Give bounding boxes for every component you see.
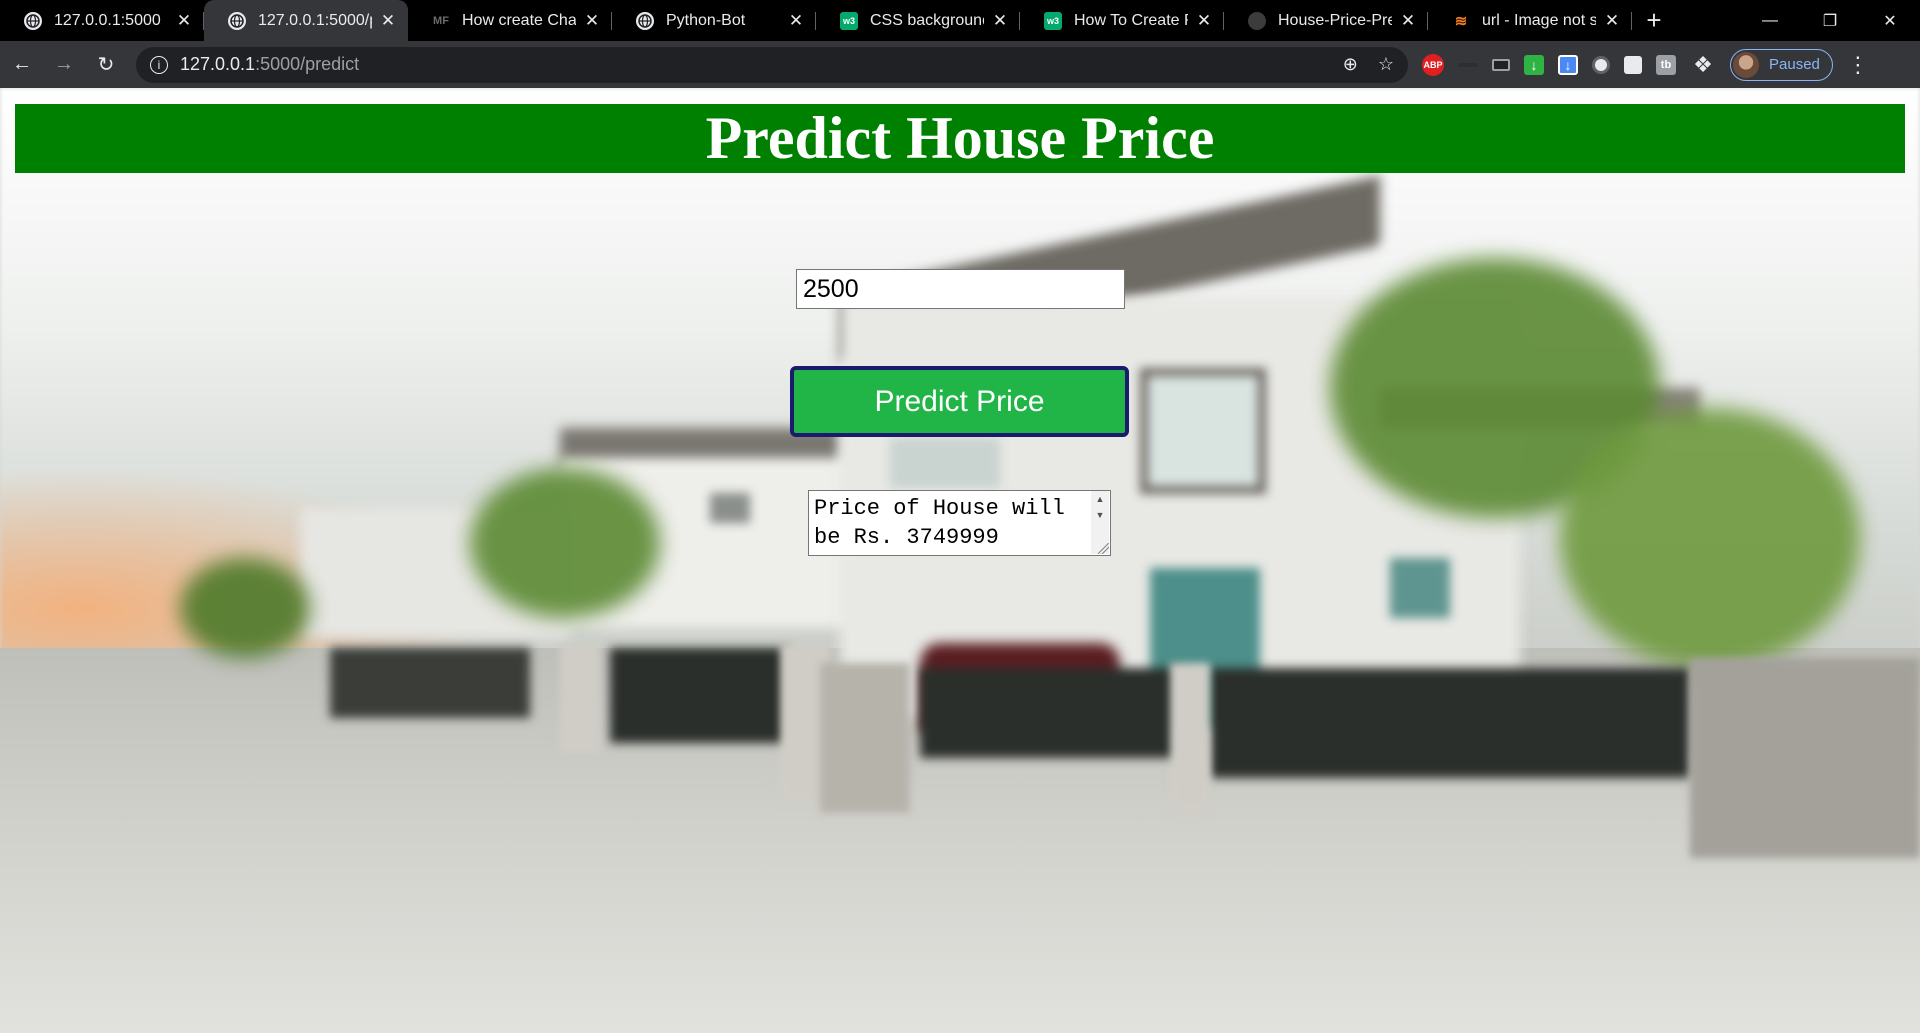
profile-status: Paused <box>1769 56 1820 73</box>
extension-card-icon[interactable] <box>1492 58 1510 71</box>
site-info-icon[interactable]: i <box>150 55 168 74</box>
avatar <box>1733 51 1759 78</box>
w3schools-icon: w3 <box>840 11 858 30</box>
tab-close-icon[interactable]: ✕ <box>990 11 1010 31</box>
globe-icon <box>228 11 246 30</box>
tab-title: CSS background-i <box>870 11 984 29</box>
stackoverflow-icon: ≋ <box>1454 12 1468 30</box>
browser-tab[interactable]: w3 CSS background-i ✕ <box>816 0 1020 41</box>
profile-button[interactable]: Paused <box>1730 48 1833 81</box>
tab-title: url - Image not sho <box>1482 11 1596 29</box>
tab-title: House-Price-Predi <box>1278 11 1392 29</box>
browser-tab[interactable]: MF How create Chatb ✕ <box>408 0 612 41</box>
resize-grip-icon[interactable] <box>1098 543 1109 554</box>
menu-kebab-icon[interactable]: ⋮ <box>1847 52 1869 78</box>
restore-button[interactable]: ❐ <box>1800 0 1860 41</box>
tab-title: 127.0.0.1:5000/pre <box>258 11 372 29</box>
tab-title: How To Create Rou <box>1074 11 1188 29</box>
scroll-down-arrow-icon[interactable]: ▼ <box>1091 507 1109 523</box>
browser-tab[interactable]: ≋ url - Image not sho ✕ <box>1428 0 1632 41</box>
download-extension-icon[interactable]: ↓ <box>1524 54 1544 75</box>
bookmark-star-icon[interactable]: ☆ <box>1378 54 1394 75</box>
tab-close-icon[interactable]: ✕ <box>174 11 194 31</box>
header-banner: Predict House Price <box>15 104 1905 173</box>
tab-close-icon[interactable]: ✕ <box>1602 11 1622 31</box>
minimize-button[interactable]: — <box>1740 0 1800 41</box>
tab-list: 127.0.0.1:5000 ✕ 127.0.0.1:5000/pre ✕ MF How … <box>0 0 1632 41</box>
extension-tb-icon[interactable]: tb <box>1656 54 1676 75</box>
tab-close-icon[interactable]: ✕ <box>1194 11 1214 31</box>
browser-tab[interactable]: House-Price-Predi ✕ <box>1224 0 1428 41</box>
adblock-plus-icon[interactable]: ABP <box>1422 53 1444 76</box>
page-content: Predict House Price Predict Price Price … <box>0 88 1920 1033</box>
globe-icon <box>636 11 654 30</box>
extension-cube-icon[interactable] <box>1624 55 1642 74</box>
browser-tab[interactable]: Python-Bot ✕ <box>612 0 816 41</box>
mf-icon: MF <box>433 14 449 27</box>
back-button[interactable]: ← <box>2 45 42 85</box>
extension-circle-icon[interactable] <box>1592 55 1610 74</box>
github-icon <box>1248 11 1266 30</box>
w3schools-icon: w3 <box>1044 11 1062 30</box>
new-tab-button[interactable]: + <box>1632 0 1676 41</box>
predict-price-button[interactable]: Predict Price <box>790 366 1129 437</box>
tab-separator <box>1631 12 1632 30</box>
zoom-icon[interactable]: ⊕ <box>1343 54 1358 75</box>
tab-close-icon[interactable]: ✕ <box>378 11 398 31</box>
tab-close-icon[interactable]: ✕ <box>1398 11 1418 31</box>
tab-title: 127.0.0.1:5000 <box>54 11 161 29</box>
forward-button[interactable]: → <box>44 45 84 85</box>
page-title: Predict House Price <box>705 105 1215 171</box>
browser-tab[interactable]: 127.0.0.1:5000 ✕ <box>0 0 204 41</box>
close-window-button[interactable]: ✕ <box>1860 0 1920 41</box>
tab-close-icon[interactable]: ✕ <box>786 11 806 31</box>
scroll-up-arrow-icon[interactable]: ▲ <box>1091 491 1109 507</box>
browser-toolbar: ← → ↻ i 127.0.0.1:5000/predict ⊕ ☆ ABP ↓… <box>0 41 1920 88</box>
url-path: :5000/predict <box>255 54 360 74</box>
tab-title: How create Chatb <box>462 11 576 29</box>
tab-strip: 127.0.0.1:5000 ✕ 127.0.0.1:5000/pre ✕ MF How … <box>0 0 1920 41</box>
result-textarea[interactable]: Price of House will be Rs. 3749999 <box>808 490 1111 556</box>
tab-title: Python-Bot <box>666 11 746 29</box>
browser-tab[interactable]: w3 How To Create Rou ✕ <box>1020 0 1224 41</box>
download-manager-icon[interactable]: ↓ <box>1558 54 1578 75</box>
browser-tab[interactable]: 127.0.0.1:5000/pre ✕ <box>204 0 408 41</box>
sqft-input[interactable] <box>796 269 1125 309</box>
reload-button[interactable]: ↻ <box>86 45 126 85</box>
address-bar[interactable]: i 127.0.0.1:5000/predict ⊕ ☆ <box>136 46 1408 83</box>
tab-close-icon[interactable]: ✕ <box>582 11 602 31</box>
window-controls: — ❐ ✕ <box>1740 0 1920 41</box>
url-host: 127.0.0.1 <box>180 54 256 74</box>
extension-bar-icon[interactable] <box>1458 62 1478 67</box>
extensions-puzzle-icon[interactable]: ❖ <box>1690 52 1716 78</box>
globe-icon <box>24 11 42 30</box>
